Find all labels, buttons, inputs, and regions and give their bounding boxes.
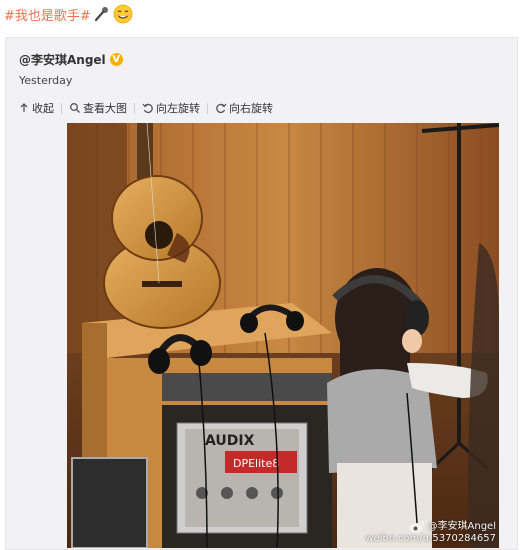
microphone-emoji-icon xyxy=(93,5,111,23)
author-name-link[interactable]: @李安琪Angel xyxy=(19,51,106,68)
view-large-label: 查看大图 xyxy=(83,102,127,115)
collapse-icon xyxy=(18,102,30,114)
hashtag-line: #我也是歌手# xyxy=(4,3,133,25)
search-icon xyxy=(69,102,81,114)
image-toolbar: 收起 查看大图 向左旋转 向右旋转 xyxy=(18,100,273,116)
flight-case xyxy=(71,457,148,548)
verified-badge-icon[interactable]: V xyxy=(109,53,123,66)
rotate-left-icon xyxy=(142,102,154,114)
repost-card: @李安琪Angel V Yesterday 收起 查看大图 向左旋转 向右旋转 … xyxy=(5,37,518,550)
post-timestamp[interactable]: Yesterday xyxy=(19,74,72,87)
photo-watermark: @李安琪Angel weibo.com/u/5370284657 xyxy=(365,520,496,545)
smiling-face-emoji-icon xyxy=(113,4,133,24)
collapse-button[interactable]: 收起 xyxy=(18,100,54,116)
rotate-right-icon xyxy=(215,102,227,114)
hashtag-link[interactable]: #我也是歌手# xyxy=(4,5,91,24)
view-large-button[interactable]: 查看大图 xyxy=(69,100,127,116)
post-photo[interactable]: AUDIX DPElite8 @李安琪Angel weibo.com/u/537… xyxy=(67,123,499,548)
photo-illustration: AUDIX DPElite8 xyxy=(67,123,499,548)
toolbar-divider xyxy=(134,102,135,114)
amp-brand-label: AUDIX xyxy=(205,433,255,449)
rotate-right-button[interactable]: 向右旋转 xyxy=(215,100,273,116)
watermark-name: @李安琪Angel xyxy=(427,520,496,532)
rotate-left-button[interactable]: 向左旋转 xyxy=(142,100,200,116)
collapse-label: 收起 xyxy=(32,102,54,115)
weibo-logo-icon xyxy=(409,520,425,533)
watermark-url: weibo.com/u/5370284657 xyxy=(365,533,496,544)
rotate-left-label: 向左旋转 xyxy=(156,102,200,115)
rotate-right-label: 向右旋转 xyxy=(229,102,273,115)
rack-unit xyxy=(162,373,332,401)
author-row: @李安琪Angel V xyxy=(19,51,123,68)
toolbar-divider xyxy=(61,102,62,114)
toolbar-divider xyxy=(207,102,208,114)
amp-model-label: DPElite8 xyxy=(233,457,279,470)
